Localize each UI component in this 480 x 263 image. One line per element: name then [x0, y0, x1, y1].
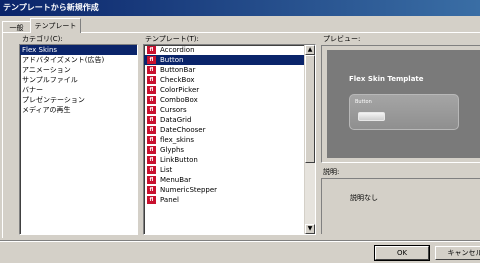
- template-item-label: CheckBox: [160, 76, 195, 84]
- template-item[interactable]: fl ButtonBar: [144, 65, 315, 75]
- tab-template-label: テンプレート: [34, 22, 77, 30]
- flash-file-icon: fl: [147, 86, 156, 94]
- scroll-thumb[interactable]: [305, 55, 315, 163]
- flash-file-icon: fl: [147, 56, 156, 64]
- template-item[interactable]: fl DataGrid: [144, 115, 315, 125]
- category-list[interactable]: Flex Skins アドバタイズメント(広告) アニメーション サンプルファイル バナ…: [19, 44, 138, 235]
- flash-file-icon: fl: [147, 106, 156, 114]
- flash-file-icon: fl: [147, 156, 156, 164]
- template-item[interactable]: fl NumericStepper: [144, 185, 315, 195]
- flash-file-icon: fl: [147, 176, 156, 184]
- preview-label: プレビュー:: [323, 35, 361, 43]
- category-item[interactable]: Flex Skins: [20, 45, 137, 55]
- preview-button-label: Button: [355, 99, 372, 105]
- template-scrollbar[interactable]: ▲ ▼: [304, 45, 315, 234]
- category-item[interactable]: アニメーション: [20, 65, 137, 75]
- template-item-label: Button: [160, 56, 184, 64]
- template-item[interactable]: fl List: [144, 165, 315, 175]
- template-item-label: Accordion: [160, 46, 195, 54]
- tab-general-label: 一般: [9, 24, 24, 32]
- flash-file-icon: fl: [147, 46, 156, 54]
- flash-file-icon: fl: [147, 166, 156, 174]
- template-item-label: Panel: [160, 196, 179, 204]
- flash-file-icon: fl: [147, 136, 156, 144]
- template-item[interactable]: fl Glyphs: [144, 145, 315, 155]
- category-item[interactable]: アドバタイズメント(広告): [20, 55, 137, 65]
- preview-canvas: Flex Skin Template Button: [327, 50, 480, 158]
- template-item[interactable]: fl ComboBox: [144, 95, 315, 105]
- tab-general[interactable]: 一般: [2, 21, 31, 32]
- cancel-button-label: キャンセル: [447, 249, 480, 257]
- template-item-label: DataGrid: [160, 116, 192, 124]
- template-item-label: NumericStepper: [160, 186, 218, 194]
- flash-file-icon: fl: [147, 116, 156, 124]
- description-label: 説明:: [323, 168, 340, 176]
- template-item[interactable]: fl Cursors: [144, 105, 315, 115]
- preview-skin-panel: Button: [349, 94, 459, 130]
- flash-file-icon: fl: [147, 76, 156, 84]
- template-item-label: ButtonBar: [160, 66, 196, 74]
- template-item-label: Cursors: [160, 106, 187, 114]
- category-label: カテゴリ(C):: [22, 35, 63, 43]
- template-item-label: List: [160, 166, 173, 174]
- template-item[interactable]: fl Panel: [144, 195, 315, 205]
- template-item[interactable]: fl ColorPicker: [144, 85, 315, 95]
- description-text: 説明なし: [350, 194, 378, 202]
- template-item[interactable]: fl Accordion: [144, 45, 315, 55]
- cancel-button[interactable]: キャンセル: [435, 246, 480, 260]
- category-item[interactable]: メディアの再生: [20, 105, 137, 115]
- category-item[interactable]: サンプルファイル: [20, 75, 137, 85]
- template-item[interactable]: fl flex_skins: [144, 135, 315, 145]
- template-item-label: flex_skins: [160, 136, 194, 144]
- template-list[interactable]: fl Accordion fl Button fl ButtonBar fl CheckBox…: [143, 44, 316, 235]
- template-items: fl Accordion fl Button fl ButtonBar fl CheckBox…: [144, 45, 315, 205]
- preview-title: Flex Skin Template: [349, 75, 424, 83]
- description-pane: 説明なし: [321, 178, 480, 234]
- flash-file-icon: fl: [147, 196, 156, 204]
- window-title-bar[interactable]: テンプレートから新規作成: [0, 0, 480, 16]
- flash-file-icon: fl: [147, 126, 156, 134]
- flash-file-icon: fl: [147, 66, 156, 74]
- template-item-label: Glyphs: [160, 146, 185, 154]
- category-item[interactable]: バナー: [20, 85, 137, 95]
- template-item[interactable]: fl MenuBar: [144, 175, 315, 185]
- template-label: テンプレート(T):: [145, 35, 199, 43]
- footer-divider: [0, 240, 480, 242]
- ok-button[interactable]: OK: [374, 245, 430, 261]
- template-item-label: ColorPicker: [160, 86, 200, 94]
- scroll-up-arrow-icon[interactable]: ▲: [305, 45, 315, 55]
- template-item-label: DateChooser: [160, 126, 206, 134]
- category-item[interactable]: プレゼンテーション: [20, 95, 137, 105]
- template-item[interactable]: fl LinkButton: [144, 155, 315, 165]
- flash-file-icon: fl: [147, 186, 156, 194]
- flash-file-icon: fl: [147, 146, 156, 154]
- template-item[interactable]: fl CheckBox: [144, 75, 315, 85]
- template-item-label: MenuBar: [160, 176, 192, 184]
- template-item[interactable]: fl Button: [144, 55, 315, 65]
- preview-pane: Flex Skin Template Button: [321, 45, 480, 163]
- ok-button-label: OK: [396, 249, 408, 257]
- template-item-label: LinkButton: [160, 156, 198, 164]
- flash-file-icon: fl: [147, 96, 156, 104]
- template-item[interactable]: fl DateChooser: [144, 125, 315, 135]
- scroll-down-arrow-icon[interactable]: ▼: [305, 224, 315, 234]
- template-item-label: ComboBox: [160, 96, 198, 104]
- tab-template[interactable]: テンプレート: [30, 18, 81, 33]
- preview-button: [358, 112, 385, 121]
- window-title: テンプレートから新規作成: [3, 3, 99, 12]
